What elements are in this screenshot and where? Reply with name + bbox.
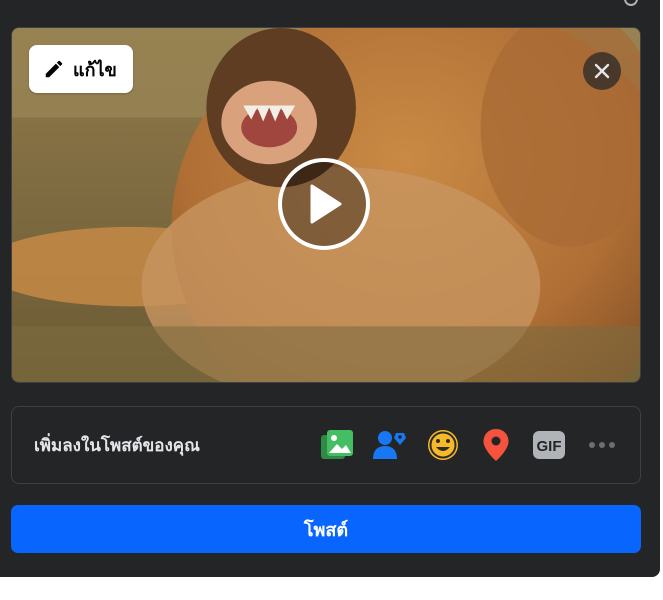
more-icon [589, 442, 615, 448]
remove-media-button[interactable] [583, 52, 621, 90]
close-icon [594, 63, 610, 79]
pencil-icon [45, 60, 63, 78]
dialog-header-icon[interactable] [624, 0, 638, 6]
gif-icon-text: GIF [537, 438, 562, 455]
photo-video-button[interactable] [317, 425, 357, 465]
tag-people-button[interactable] [370, 425, 410, 465]
gif-button[interactable]: GIF [529, 425, 569, 465]
photo-video-icon [321, 430, 353, 459]
add-to-post-icons: GIF [304, 425, 622, 465]
add-to-post-bar: เพิ่มลงในโพสต์ของคุณ GIF [11, 406, 641, 484]
check-in-icon [483, 429, 509, 461]
feeling-button[interactable] [423, 425, 463, 465]
edit-button[interactable]: แก้ไข [29, 45, 133, 93]
check-in-button[interactable] [476, 425, 516, 465]
add-to-post-label: เพิ่มลงในโพสต์ของคุณ [34, 435, 200, 456]
video-preview: แก้ไข [11, 27, 641, 383]
play-icon [310, 184, 342, 224]
create-post-dialog: แก้ไข เพิ่มลงในโพสต์ของคุณ GIF โพสต์ [0, 0, 660, 577]
feeling-icon [428, 430, 458, 460]
post-button[interactable]: โพสต์ [11, 505, 641, 553]
more-button[interactable] [582, 425, 622, 465]
tag-people-icon [373, 431, 406, 459]
play-button[interactable] [278, 158, 370, 250]
edit-button-label: แก้ไข [73, 59, 117, 81]
gif-icon: GIF [533, 431, 565, 459]
